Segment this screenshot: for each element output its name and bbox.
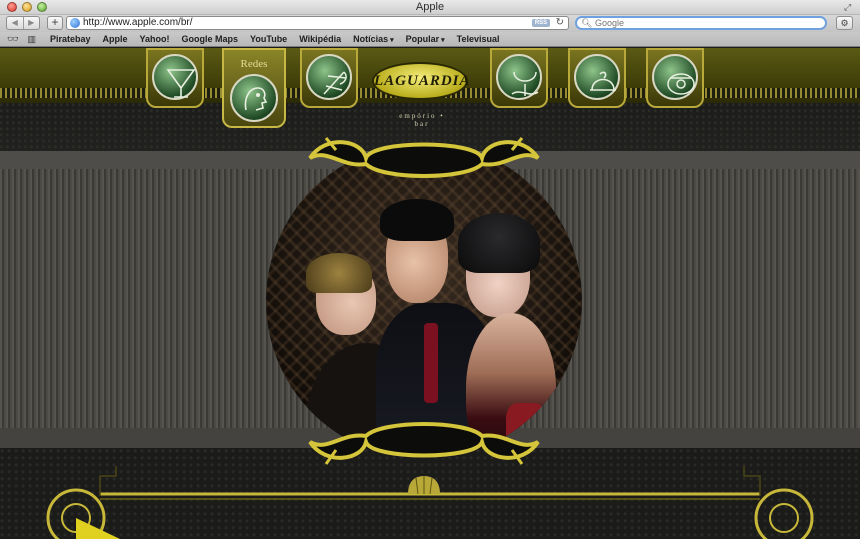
bookmark-yahoo[interactable]: Yahoo! (140, 34, 170, 44)
contact-phone-icon (652, 54, 698, 100)
nav-music[interactable] (300, 48, 358, 108)
nav-wine[interactable] (490, 48, 548, 108)
search-field[interactable]: 🔍︎ (575, 16, 827, 30)
rss-badge[interactable]: RSS (532, 19, 550, 27)
music-notes-icon (306, 54, 352, 100)
book-icon[interactable]: ▥ (27, 34, 36, 45)
window-title: Apple (415, 1, 445, 13)
nav-contact[interactable] (646, 48, 704, 108)
bookmark-wikipedia[interactable]: Wikipédia (299, 34, 341, 44)
man-hair (380, 199, 454, 241)
man-tie (424, 323, 438, 403)
search-input[interactable] (595, 18, 815, 28)
gear-icon[interactable]: ⚙ (836, 16, 853, 30)
wine-glass-icon (496, 54, 542, 100)
browser-window: Apple ⤢ ◀ ▶ + http://www.apple.com/br/ R… (0, 0, 860, 539)
toolbar: ◀ ▶ + http://www.apple.com/br/ RSS ↻ 🔍︎ … (0, 15, 860, 32)
reading-glasses-icon[interactable]: 👓︎ (7, 34, 18, 45)
forward-arrow-icon[interactable]: ▶ (22, 17, 40, 29)
networks-profile-icon (230, 74, 278, 122)
redes-label: Redes (240, 58, 268, 70)
nav-cocktail[interactable] (146, 48, 204, 108)
back-arrow-icon[interactable]: ◀ (7, 17, 23, 29)
globe-icon (70, 18, 80, 28)
bookmark-noticias-menu[interactable]: Notícias (353, 34, 393, 44)
bookmark-televisual[interactable]: Televisual (457, 34, 500, 44)
woman-left-headpiece (306, 253, 372, 293)
laguardia-logo[interactable]: LAGUARDIA (372, 62, 471, 100)
food-dish-icon (574, 54, 620, 100)
bookmark-popular-menu[interactable]: Popular (406, 34, 445, 44)
add-bookmark-button[interactable]: + (47, 16, 63, 30)
title-bar: Apple ⤢ (0, 0, 860, 15)
bookmark-youtube[interactable]: YouTube (250, 34, 287, 44)
logo-subtitle: empório • bar (399, 112, 445, 128)
web-page: Redes LAGUARDIA empório • bar (0, 48, 860, 539)
logo-text: LAGUARDIA (374, 73, 471, 89)
bookmarks-bar: 👓︎ ▥ Piratebay Apple Yahoo! Google Maps … (0, 32, 860, 47)
deco-frame-top (308, 137, 540, 178)
address-bar[interactable]: http://www.apple.com/br/ RSS ↻ (66, 16, 569, 30)
bookmark-piratebay[interactable]: Piratebay (50, 34, 91, 44)
bookmark-apple[interactable]: Apple (102, 34, 127, 44)
search-icon[interactable]: 🔍︎ (581, 18, 592, 28)
woman-right-hat (458, 213, 540, 273)
cocktail-glass-icon (152, 54, 198, 100)
bookmark-google-maps[interactable]: Google Maps (182, 34, 239, 44)
back-forward-buttons: ◀ ▶ (6, 16, 40, 30)
nav-redes[interactable]: Redes (222, 48, 286, 128)
bookmark-tools: 👓︎ ▥ (7, 34, 36, 45)
deco-frame-bottom (308, 422, 540, 465)
fullscreen-icon[interactable]: ⤢ (844, 2, 854, 12)
bottom-ornament (46, 466, 814, 539)
nav-food[interactable] (568, 48, 626, 108)
url-text[interactable]: http://www.apple.com/br/ (83, 17, 193, 29)
reload-icon[interactable]: ↻ (556, 17, 564, 29)
